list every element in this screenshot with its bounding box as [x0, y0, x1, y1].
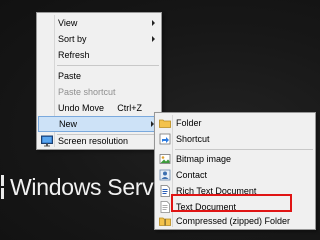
- menu-item-refresh[interactable]: Refresh: [38, 47, 160, 63]
- menu-item-label: Refresh: [58, 50, 90, 60]
- menu-item-label: View: [58, 18, 78, 28]
- menu-item-label: Bitmap image: [176, 154, 232, 164]
- windows-logo-icon: [0, 174, 4, 201]
- menu-item-label: Screen resolution: [58, 136, 129, 146]
- menu-item-label: Compressed (zipped) Folder: [176, 216, 291, 226]
- menu-item-new[interactable]: New: [38, 116, 160, 132]
- menu-item-sort-by[interactable]: Sort by: [38, 31, 160, 47]
- submenu-item-shortcut[interactable]: Shortcut: [156, 131, 314, 147]
- menu-item-label: Shortcut: [176, 134, 210, 144]
- rtf-document-icon: [159, 185, 171, 197]
- submenu-item-compressed-folder[interactable]: Compressed (zipped) Folder: [156, 213, 314, 229]
- annotation-highlight-box: [171, 194, 292, 212]
- submenu-arrow-icon: [152, 36, 155, 42]
- text-document-icon: [159, 201, 171, 213]
- submenu-arrow-icon: [152, 20, 155, 26]
- submenu-item-bitmap-image[interactable]: Bitmap image: [156, 151, 314, 167]
- folder-icon: [159, 117, 171, 129]
- menu-item-label: Paste: [58, 71, 82, 81]
- zip-folder-icon: [159, 215, 171, 227]
- submenu-item-folder[interactable]: Folder: [156, 115, 314, 131]
- new-submenu: Folder Shortcut Bitmap image Contact Ric…: [154, 112, 316, 230]
- menu-item-label: Sort by: [58, 34, 87, 44]
- menu-item-paste[interactable]: Paste: [38, 68, 160, 84]
- display-icon: [41, 135, 53, 147]
- menu-item-label: New: [59, 119, 78, 129]
- menu-item-screen-resolution[interactable]: Screen resolution: [38, 133, 160, 149]
- shortcut-icon: [159, 133, 171, 145]
- desktop-context-menu: View Sort by Refresh Paste Paste shortcu…: [36, 12, 162, 150]
- menu-item-undo-move[interactable]: Undo Move Ctrl+Z: [38, 100, 160, 116]
- menu-separator: [57, 65, 159, 66]
- menu-item-label: Contact: [176, 170, 208, 180]
- menu-item-shortcut: Ctrl+Z: [117, 103, 142, 113]
- menu-item-label: Folder: [176, 118, 202, 128]
- submenu-item-contact[interactable]: Contact: [156, 167, 314, 183]
- contact-icon: [159, 169, 171, 181]
- menu-item-label: Undo Move: [58, 103, 105, 113]
- menu-item-view[interactable]: View: [38, 15, 160, 31]
- menu-separator: [175, 149, 313, 150]
- menu-item-label: Paste shortcut: [58, 87, 116, 97]
- menu-item-paste-shortcut: Paste shortcut: [38, 84, 160, 100]
- bitmap-icon: [159, 153, 171, 165]
